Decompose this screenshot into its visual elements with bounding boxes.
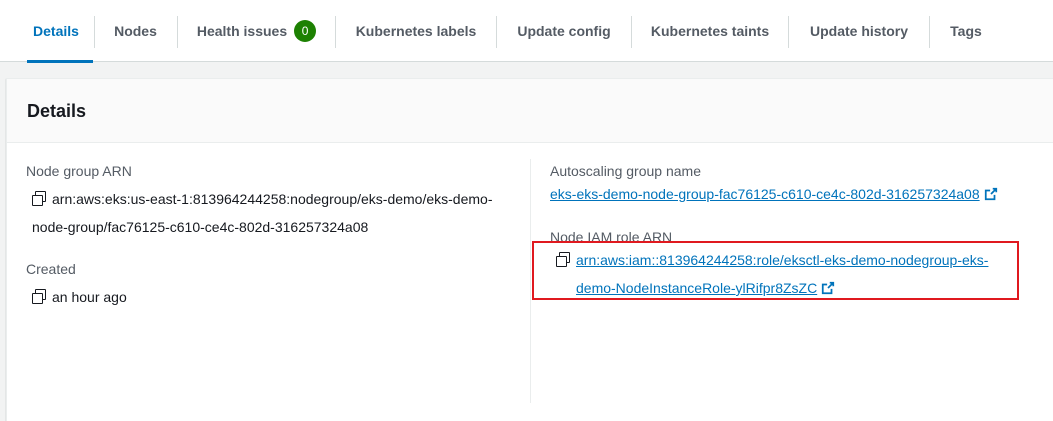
tab-label: Tags [950,23,982,39]
node-group-arn-line2: node-group/fac76125-c610-ce4c-802d-31625… [32,219,369,235]
autoscaling-group-link[interactable]: eks-eks-demo-node-group-fac76125-c610-ce… [550,186,980,202]
panel-title: Details [27,101,87,121]
tab-nodes[interactable]: Nodes [95,0,176,62]
tab-label: Update history [809,23,908,39]
tab-label: Details [33,23,79,39]
panel-header: Details [7,79,1053,143]
tab-update-history[interactable]: Update history [789,0,929,62]
tab-kubernetes-labels[interactable]: Kubernetes labels [336,0,496,62]
tab-bar: Details Nodes Health issues 0 Kubernetes… [0,0,1053,63]
created-text: an hour ago [52,289,127,305]
tab-label: Kubernetes labels [355,23,477,39]
node-group-arn-line1: arn:aws:eks:us-east-1:813964244258:nodeg… [52,191,493,207]
autoscaling-group-label: Autoscaling group name [550,163,701,179]
external-link-icon[interactable] [984,187,998,201]
tab-label: Health issues [196,23,288,39]
health-issues-count-badge: 0 [294,20,317,42]
node-group-arn-value: arn:aws:eks:us-east-1:813964244258:nodeg… [32,185,522,241]
created-value: an hour ago [32,283,127,311]
tab-label: Kubernetes taints [650,23,770,39]
copy-icon[interactable] [32,289,46,304]
node-group-arn-label: Node group ARN [26,163,132,179]
tab-health-issues[interactable]: Health issues 0 [178,0,335,62]
tab-label: Update config [517,23,611,39]
autoscaling-group-value: eks-eks-demo-node-group-fac76125-c610-ce… [550,180,998,208]
tab-label: Nodes [114,23,157,39]
tab-kubernetes-taints[interactable]: Kubernetes taints [632,0,788,62]
column-divider [530,159,531,403]
tab-tags[interactable]: Tags [930,0,1002,62]
highlight-box [532,241,1019,300]
copy-icon[interactable] [32,191,46,206]
created-label: Created [26,261,76,277]
tab-details[interactable]: Details [19,0,93,63]
tab-update-config[interactable]: Update config [497,0,631,62]
